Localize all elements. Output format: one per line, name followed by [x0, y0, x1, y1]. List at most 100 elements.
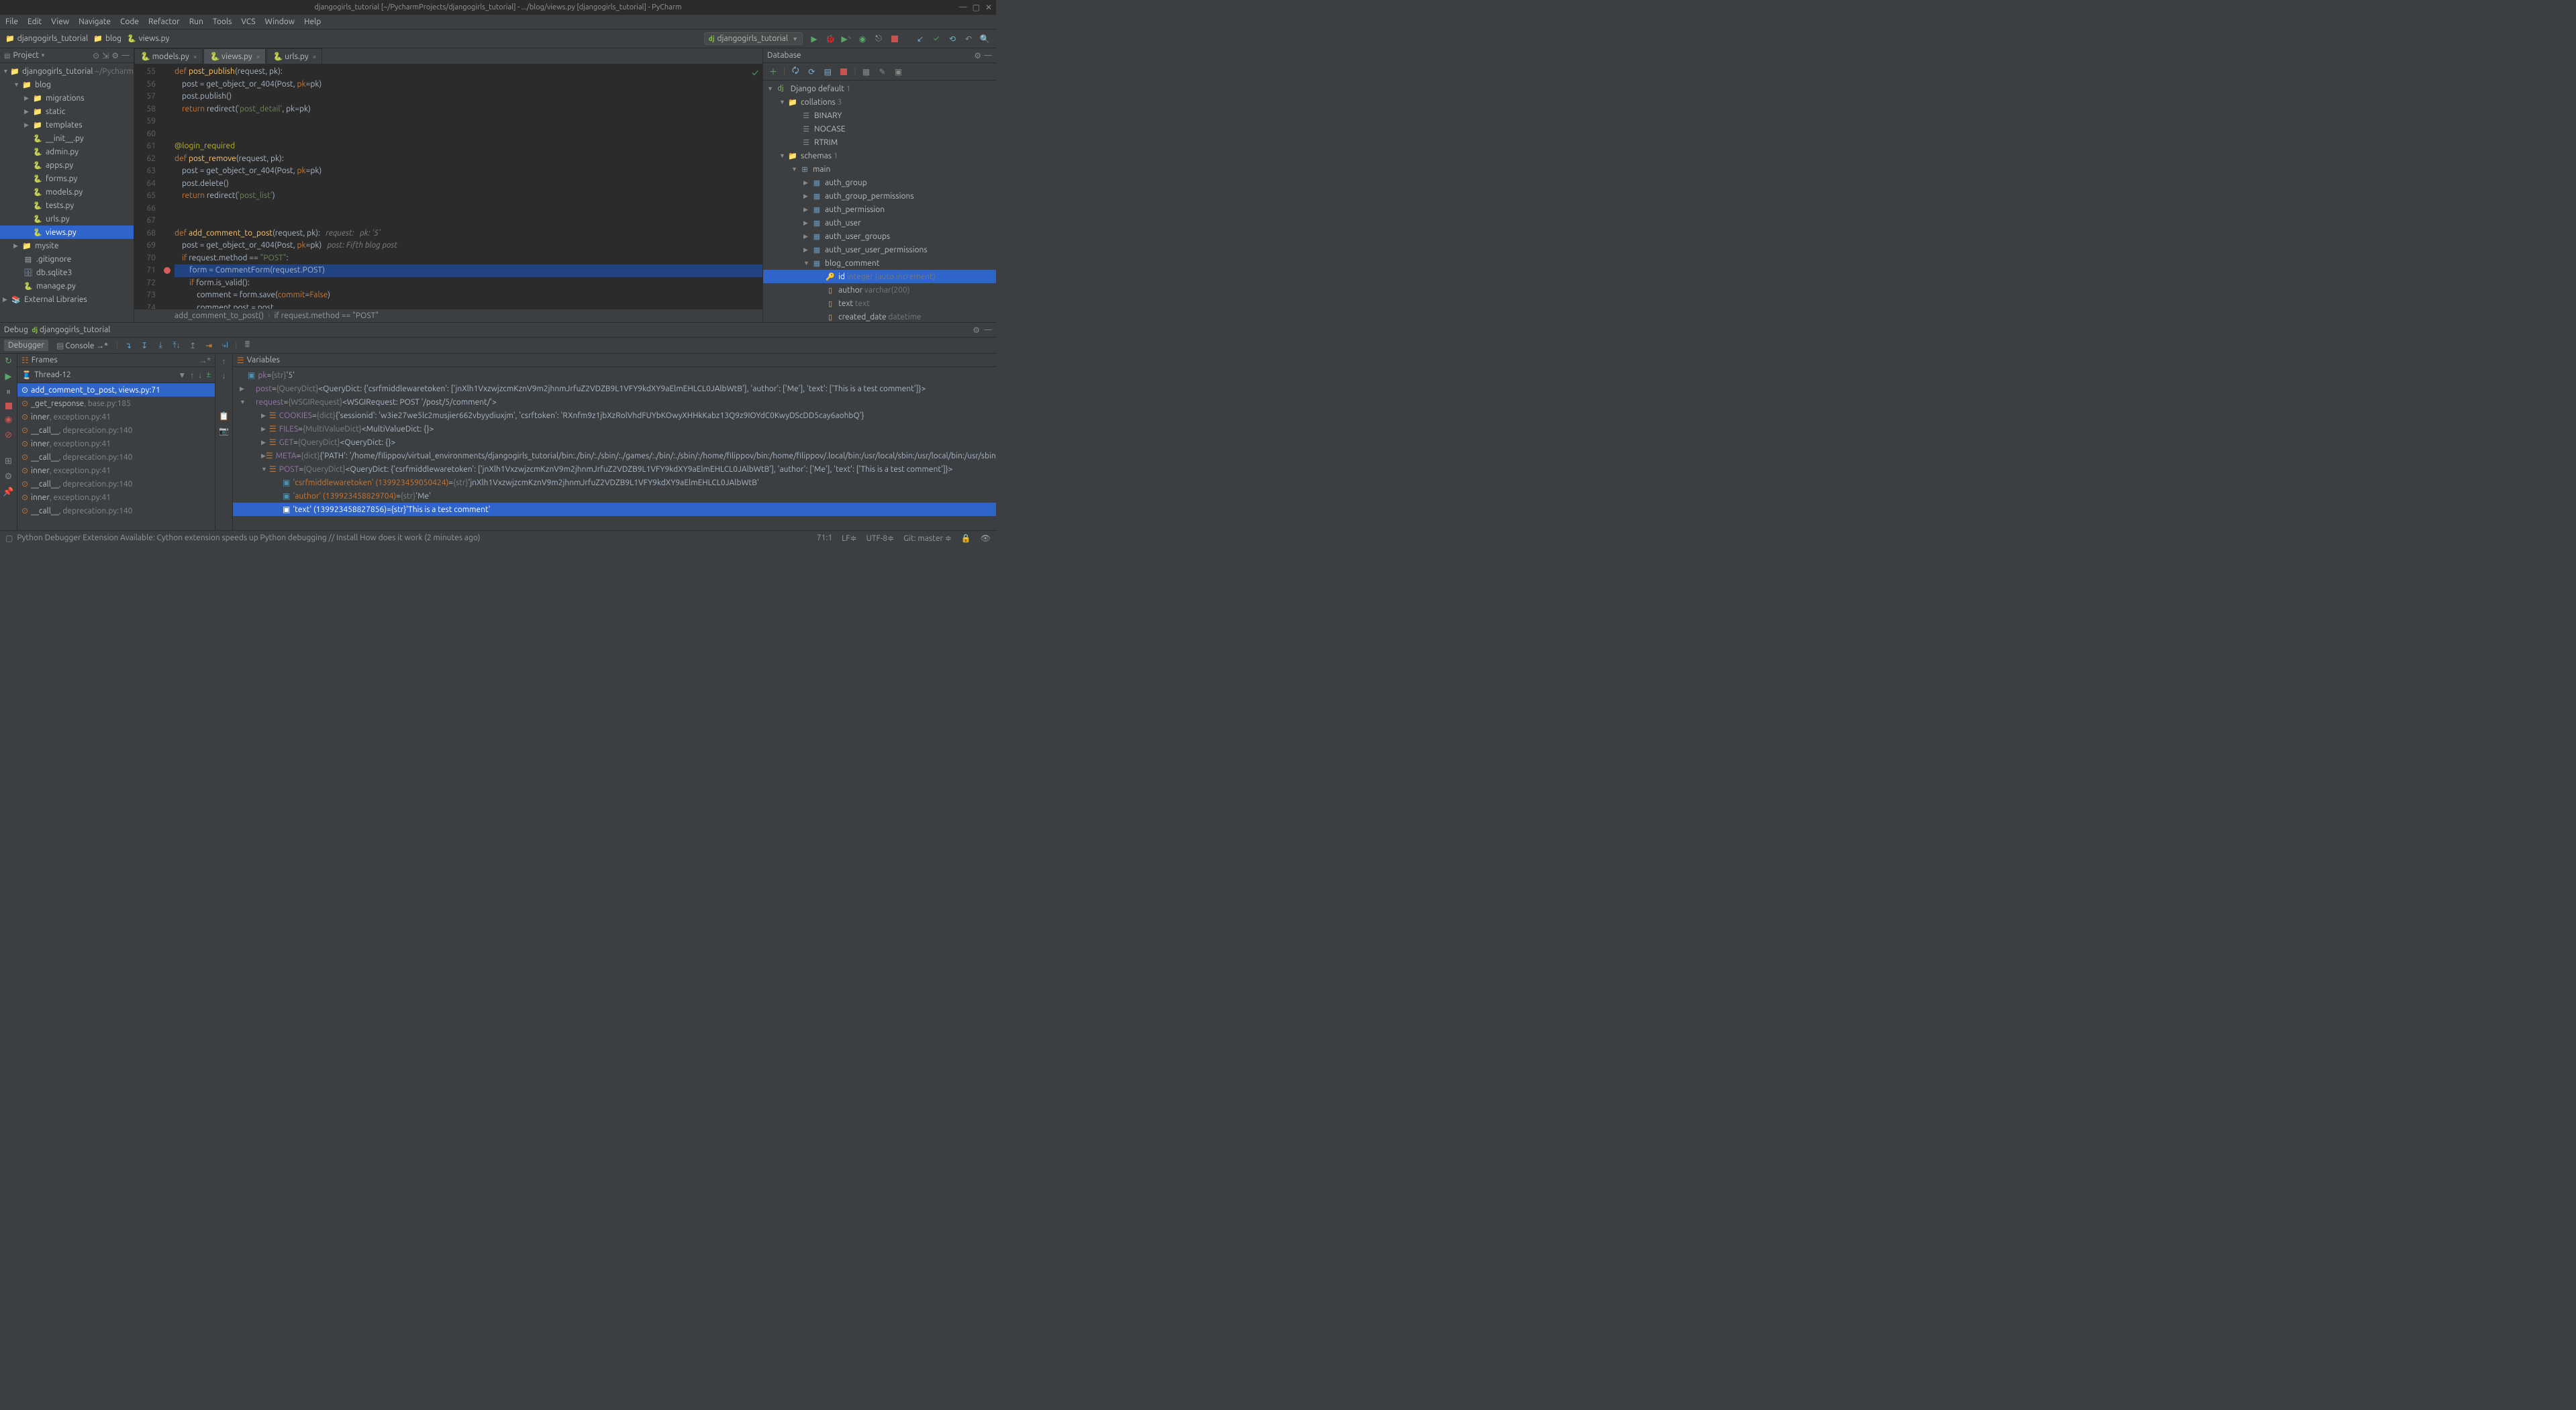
status-message[interactable]: Python Debugger Extension Available: Cyt…	[17, 534, 480, 542]
tab-models[interactable]: 🐍 models.py×	[134, 48, 203, 64]
encoding[interactable]: UTF-8≑	[866, 534, 895, 543]
mute-breakpoints-icon[interactable]: ⊘	[5, 430, 12, 440]
var-text[interactable]: ▣'text' (139923458827856) = {str} 'This …	[233, 503, 996, 516]
db-table[interactable]: ▶▦auth_user	[763, 216, 996, 230]
maximize-icon[interactable]: ▢	[973, 3, 980, 12]
console-tab[interactable]: ▤Console →*	[52, 340, 112, 352]
stop-icon[interactable]	[838, 66, 850, 78]
var-post-dict[interactable]: ▼☰POST = {QueryDict} <QueryDict: {'csrfm…	[233, 462, 996, 476]
hide-icon[interactable]: —	[984, 51, 992, 60]
var-meta[interactable]: ▶☰META = {dict} {'PATH': '/home/filippov…	[233, 449, 996, 462]
tree-root[interactable]: ▼📁djangogirls_tutorial ~/Pycharm	[0, 64, 134, 78]
frame-row[interactable]: ⊙inner, exception.py:41	[17, 410, 215, 423]
editor[interactable]: ✓ 55565758596061626364656667686970717273…	[134, 64, 762, 309]
down-icon[interactable]: ↓	[222, 371, 226, 381]
tree-item[interactable]: 🗄db.sqlite3	[0, 266, 134, 279]
coverage-icon[interactable]: ▶⸌	[840, 33, 852, 45]
frame-row[interactable]: ⊙inner, exception.py:41	[17, 491, 215, 504]
step-into-icon[interactable]: ↧	[138, 340, 150, 352]
inspector-icon[interactable]: 👁	[981, 534, 991, 543]
evaluate-icon[interactable]: 🖩	[241, 340, 253, 352]
resume-icon[interactable]: ▶	[5, 372, 12, 382]
line-separator[interactable]: LF≑	[842, 534, 856, 543]
gear-icon[interactable]: ⚙	[973, 325, 980, 335]
db-table[interactable]: ▶▦auth_user_groups	[763, 230, 996, 243]
step-into-my-icon[interactable]: ⤓	[154, 340, 166, 352]
pin-icon[interactable]: 📌	[3, 487, 13, 497]
stop-icon[interactable]	[889, 33, 901, 45]
gear-icon[interactable]: ⚙	[974, 51, 981, 60]
sync-icon[interactable]: 🗘	[789, 66, 801, 78]
tree-item[interactable]: 🐍urls.py	[0, 212, 134, 225]
settings-icon[interactable]: ⚙	[5, 472, 13, 482]
tree-item-views[interactable]: 🐍views.py	[0, 225, 134, 239]
menu-run[interactable]: Run	[189, 17, 203, 26]
frame-row[interactable]: ⊙__call__, deprecation.py:140	[17, 477, 215, 491]
debug-config[interactable]: djangogirls_tutorial	[40, 325, 111, 334]
git-branch[interactable]: Git: master ≑	[903, 534, 952, 543]
frame-row[interactable]: ⊙__call__, deprecation.py:140	[17, 504, 215, 517]
add-icon[interactable]: ±	[206, 370, 211, 380]
layout-icon[interactable]: ⊞	[5, 456, 12, 466]
inspection-ok-icon[interactable]: ✓	[752, 67, 758, 78]
run-to-cursor-icon[interactable]: ⇥	[203, 340, 215, 352]
var-author[interactable]: ▣'author' (139923458829704) = {str} 'Me'	[233, 489, 996, 503]
var-pk[interactable]: ▣pk = {str} '5'	[233, 368, 996, 382]
tree-item[interactable]: 🐍admin.py	[0, 145, 134, 158]
search-icon[interactable]: 🔍	[979, 33, 991, 45]
breakpoint-gutter[interactable]	[161, 64, 175, 309]
frame-row[interactable]: ⊙_get_response, base.py:185	[17, 397, 215, 410]
db-column[interactable]: ▯created_date datetime	[763, 310, 996, 322]
tab-urls[interactable]: 🐍 urls.py×	[266, 48, 322, 64]
hide-icon[interactable]: —	[121, 51, 130, 60]
add-icon[interactable]: ＋	[767, 66, 779, 78]
menu-file[interactable]: File	[5, 17, 18, 26]
db-table-expanded[interactable]: ▼▦blog_comment	[763, 256, 996, 270]
db-root[interactable]: ▼dj Django default 1	[763, 82, 996, 95]
db-table[interactable]: ▶▦auth_group_permissions	[763, 189, 996, 203]
menu-vcs[interactable]: VCS	[241, 17, 255, 26]
edit-icon[interactable]: ✎	[876, 66, 888, 78]
step-out-icon[interactable]: ↥	[187, 340, 199, 352]
db-item[interactable]: ☰RTRIM	[763, 136, 996, 149]
gear-icon[interactable]: ⚙	[111, 51, 119, 60]
tree-ext-lib[interactable]: ▶📚External Libraries	[0, 293, 134, 306]
db-column[interactable]: ▯author varchar(200)	[763, 283, 996, 297]
frame-row[interactable]: ⊙inner, exception.py:41	[17, 437, 215, 450]
project-tree[interactable]: ▼📁djangogirls_tutorial ~/Pycharm ▼📁blog …	[0, 63, 134, 322]
var-request[interactable]: ▼request = {WSGIRequest} <WSGIRequest: P…	[233, 395, 996, 409]
crumb-folder[interactable]: 📁blog	[93, 34, 121, 43]
up-icon[interactable]: ↑	[222, 356, 226, 366]
chevron-down-icon[interactable]: ▼	[178, 370, 186, 380]
tree-item[interactable]: 🐍models.py	[0, 185, 134, 199]
menu-tools[interactable]: Tools	[213, 17, 232, 26]
code-area[interactable]: def post_publish(request, pk): post = ge…	[175, 64, 762, 309]
table-icon[interactable]: ▦	[860, 66, 872, 78]
expand-icon[interactable]: ⇲	[102, 51, 109, 60]
debug-icon[interactable]: 🐞	[824, 33, 836, 45]
stop-icon[interactable]	[5, 403, 12, 409]
db-main[interactable]: ▼⊞main	[763, 162, 996, 176]
frame-row[interactable]: ⊙__call__, deprecation.py:140	[17, 450, 215, 464]
chevron-down-icon[interactable]: ▼	[40, 52, 46, 58]
menu-refactor[interactable]: Refactor	[148, 17, 180, 26]
tree-item[interactable]: 🐍__init__.py	[0, 132, 134, 145]
console-icon[interactable]: ▣	[892, 66, 904, 78]
tree-item[interactable]: ▤.gitignore	[0, 252, 134, 266]
refresh-icon[interactable]: ⟳	[805, 66, 818, 78]
crumb-file[interactable]: 🐍views.py	[127, 34, 169, 43]
editor-breadcrumb[interactable]: add_comment_to_post()› if request.method…	[134, 309, 762, 322]
db-column-id[interactable]: 🔑id integer (auto increment)	[763, 270, 996, 283]
tree-blog[interactable]: ▼📁blog	[0, 78, 134, 91]
close-icon[interactable]: ×	[256, 53, 260, 60]
frame-row[interactable]: ⊙__call__, deprecation.py:140	[17, 423, 215, 437]
step-over-icon[interactable]: ↴	[122, 340, 134, 352]
tree-item[interactable]: ▶📁static	[0, 105, 134, 118]
close-icon[interactable]: ×	[193, 53, 197, 60]
menu-window[interactable]: Window	[265, 17, 295, 26]
collapse-icon[interactable]: ⊙	[93, 51, 99, 60]
var-csrf[interactable]: ▣'csrfmiddlewaretoken' (139923459050424)…	[233, 476, 996, 489]
menu-view[interactable]: View	[51, 17, 69, 26]
var-files[interactable]: ▶☰FILES = {MultiValueDict} <MultiValueDi…	[233, 422, 996, 436]
tree-mysite[interactable]: ▶📁mysite	[0, 239, 134, 252]
